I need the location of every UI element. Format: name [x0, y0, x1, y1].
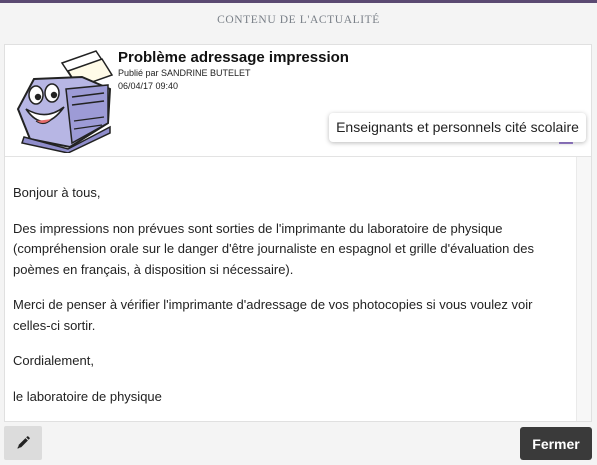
post-meta: Publié par SANDRINE BUTELET 06/04/17 09:… [118, 67, 251, 93]
post-paragraph: Cordialement, [13, 353, 94, 368]
body-scrollbar[interactable] [576, 157, 591, 421]
printer-cartoon-icon [16, 50, 114, 153]
dialog-title: CONTENU DE L'ACTUALITÉ [217, 14, 380, 26]
post-title: Problème adressage impression [118, 49, 349, 66]
post-datetime: 06/04/17 09:40 [118, 81, 179, 91]
post-paragraph: Bonjour à tous, [13, 185, 101, 200]
post-paragraph: Des impressions non prévues sont sorties… [13, 220, 534, 277]
pencil-icon [17, 436, 30, 449]
news-card: Problème adressage impression Publié par… [4, 44, 592, 422]
audience-tooltip: Enseignants et personnels cité scolaire [329, 113, 586, 142]
post-paragraph: le laboratoire de physique [13, 388, 162, 404]
edit-button[interactable] [4, 426, 42, 460]
post-paragraph: Merci de penser à vérifier l'imprimante … [13, 297, 533, 333]
post-author: Publié par SANDRINE BUTELET [118, 68, 251, 78]
close-button[interactable]: Fermer [520, 427, 592, 460]
post-body: Bonjour à tous, Des impressions non prév… [13, 183, 565, 422]
